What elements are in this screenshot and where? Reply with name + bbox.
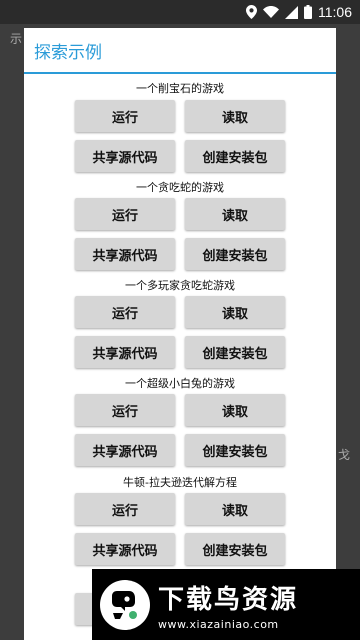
build-package-button-bunny-game[interactable]: 创建安装包	[185, 434, 285, 466]
read-button-gem-game[interactable]: 读取	[185, 100, 285, 132]
run-button-gem-game[interactable]: 运行	[75, 100, 175, 132]
section-heading-newton-raphson: 牛顿-拉夫逊迭代解方程	[123, 476, 237, 489]
status-bar: 11:06	[0, 0, 360, 24]
status-time: 11:06	[318, 4, 352, 20]
build-package-button-snake-game[interactable]: 创建安装包	[185, 238, 285, 270]
section-heading-gem-game: 一个削宝石的游戏	[136, 82, 224, 95]
location-icon	[246, 5, 257, 19]
watermark-banner: 下载鸟资源 www.xiazainiao.com	[92, 569, 360, 640]
run-button-newton-raphson[interactable]: 运行	[75, 493, 175, 525]
run-button-snake-game[interactable]: 运行	[75, 198, 175, 230]
wifi-icon	[263, 6, 279, 18]
battery-icon	[304, 5, 312, 19]
background-text-right: 戈	[337, 448, 350, 462]
examples-list[interactable]: 一个削宝石的游戏 运行 读取 共享源代码 创建安装包 一个贪吃蛇的游戏 运行 读…	[24, 74, 336, 640]
build-package-button-newton-raphson[interactable]: 创建安装包	[185, 533, 285, 565]
read-button-newton-raphson[interactable]: 读取	[185, 493, 285, 525]
share-source-button-multiplayer-snake[interactable]: 共享源代码	[75, 336, 175, 368]
examples-dialog: 探索示例 一个削宝石的游戏 运行 读取 共享源代码 创建安装包 一个贪吃蛇的游戏…	[24, 28, 336, 640]
read-button-snake-game[interactable]: 读取	[185, 198, 285, 230]
share-source-button-bunny-game[interactable]: 共享源代码	[75, 434, 175, 466]
section-heading-multiplayer-snake: 一个多玩家贪吃蛇游戏	[125, 279, 235, 292]
watermark-url: www.xiazainiao.com	[158, 617, 279, 631]
run-button-bunny-game[interactable]: 运行	[75, 394, 175, 426]
run-button-multiplayer-snake[interactable]: 运行	[75, 296, 175, 328]
watermark-title: 下载鸟资源	[158, 584, 299, 615]
section-heading-snake-game: 一个贪吃蛇的游戏	[136, 181, 224, 194]
background-text: 示	[10, 32, 23, 46]
bird-logo-icon	[100, 579, 150, 630]
share-source-button-gem-game[interactable]: 共享源代码	[75, 140, 175, 172]
share-source-button-newton-raphson[interactable]: 共享源代码	[75, 533, 175, 565]
share-source-button-snake-game[interactable]: 共享源代码	[75, 238, 175, 270]
read-button-bunny-game[interactable]: 读取	[185, 394, 285, 426]
dialog-title: 探索示例	[34, 42, 102, 62]
section-heading-bunny-game: 一个超级小白兔的游戏	[125, 377, 235, 390]
read-button-multiplayer-snake[interactable]: 读取	[185, 296, 285, 328]
build-package-button-gem-game[interactable]: 创建安装包	[185, 140, 285, 172]
build-package-button-multiplayer-snake[interactable]: 创建安装包	[185, 336, 285, 368]
signal-icon	[285, 5, 298, 19]
